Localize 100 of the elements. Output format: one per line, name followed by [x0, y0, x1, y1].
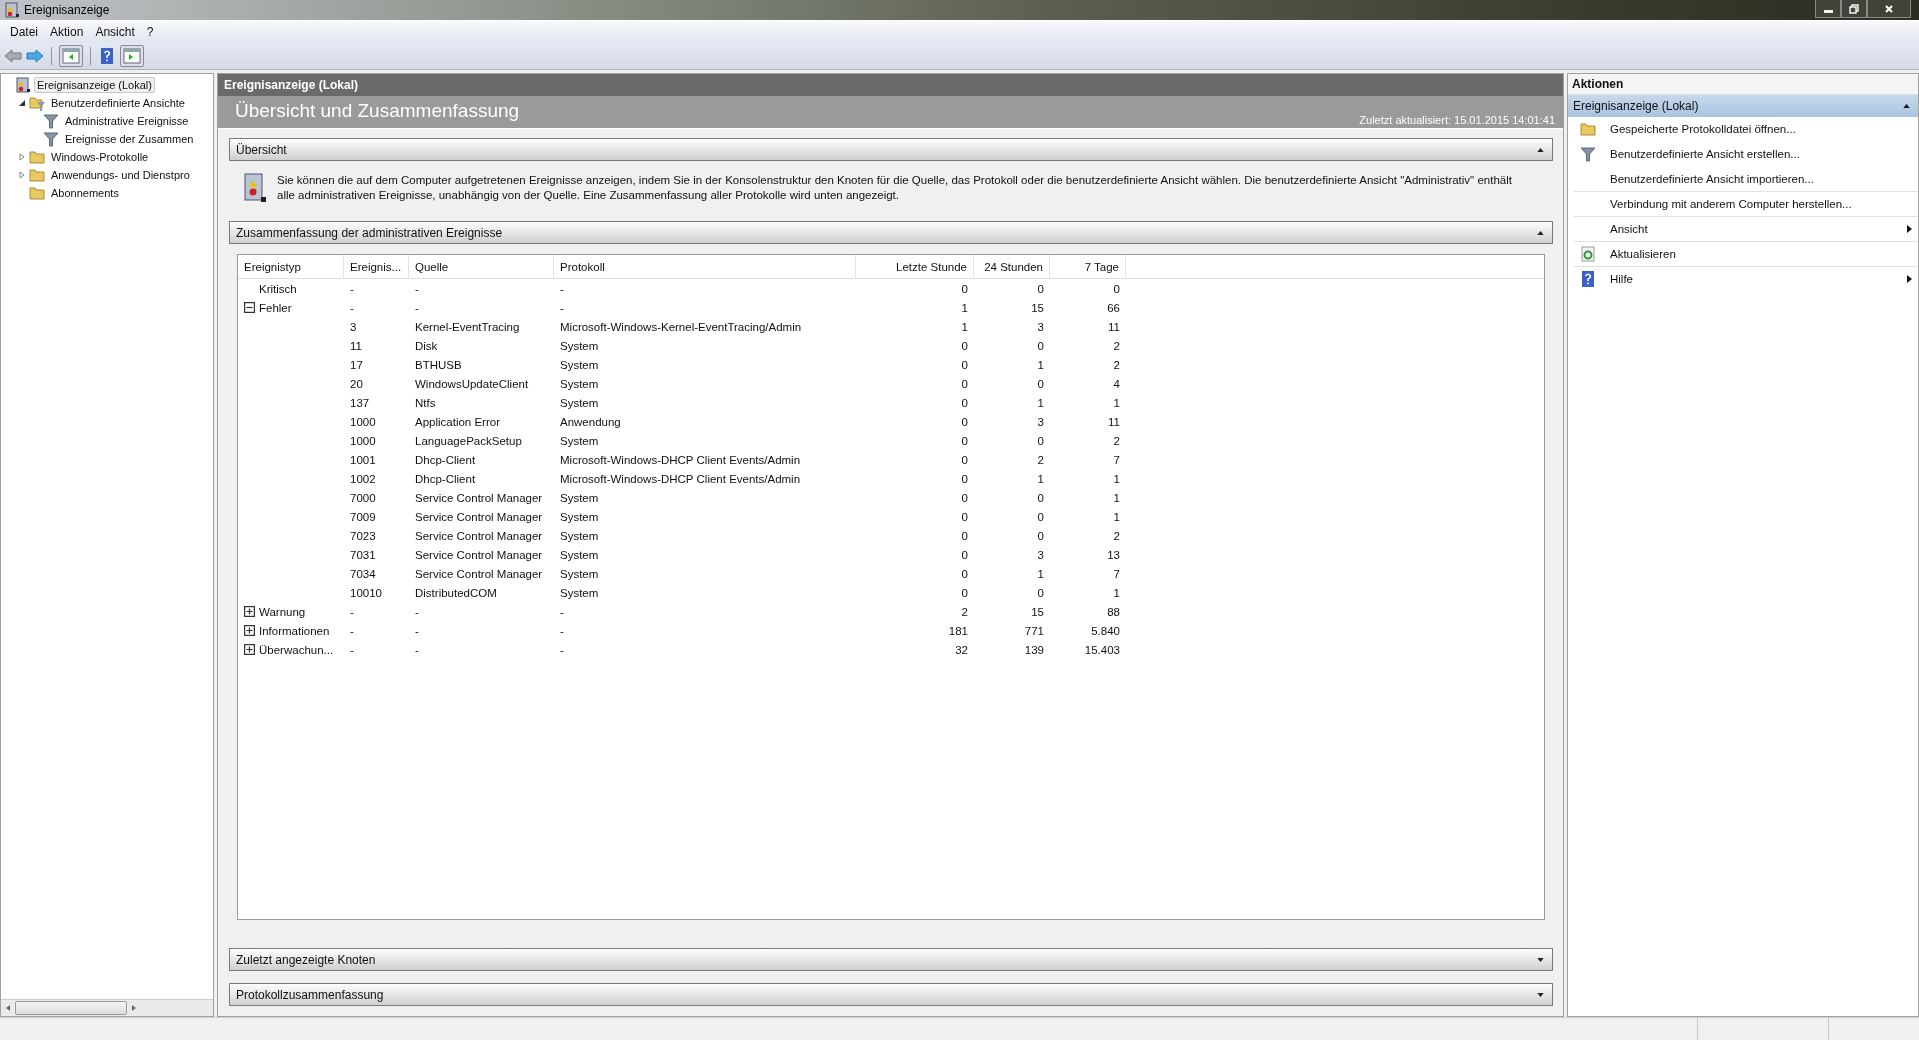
table-cell-text: 1001 [349, 453, 377, 466]
scroll-left-icon[interactable] [5, 1004, 11, 1012]
refresh-icon [1580, 246, 1596, 262]
folder-filter-icon [29, 95, 45, 111]
forward-arrow-icon[interactable] [26, 48, 44, 64]
section-header[interactable]: Protokollzusammenfassung [229, 983, 1553, 1006]
table-cell-text: System [559, 339, 600, 352]
action-link[interactable]: Gespeicherte Protokolldatei öffnen... [1610, 123, 1796, 135]
table-cell-text: 0 [1036, 510, 1045, 523]
scroll-right-icon[interactable] [131, 1004, 137, 1012]
table-cell-text: Microsoft-Windows-DHCP Client Events/Admin [559, 453, 802, 466]
back-arrow-icon[interactable] [4, 48, 22, 64]
table-cell-text: 0 [960, 415, 969, 428]
section-header[interactable]: Zusammenfassung der administrativen Ereignisse [229, 221, 1553, 244]
expand-triangle-icon[interactable] [18, 171, 26, 179]
filter-icon [43, 131, 59, 147]
event-log-icon [15, 77, 31, 93]
table-cell-text: 0 [960, 339, 969, 352]
table-cell-text: 15.403 [1083, 643, 1121, 656]
tree-item[interactable]: Abonnements [48, 185, 122, 201]
expand-triangle-icon[interactable] [18, 153, 26, 161]
column-header[interactable]: Ereignistyp [238, 255, 344, 278]
table-cell-text: Application Error [414, 415, 501, 428]
table-cell-text: Anwendung [559, 415, 622, 428]
section-header[interactable]: Zuletzt angezeigte Knoten [229, 948, 1553, 971]
table-cell-text: - [559, 282, 565, 295]
table-cell-text: 3 [1036, 320, 1045, 333]
column-header[interactable]: Ereignis... [344, 255, 409, 278]
action-link[interactable]: Benutzerdefinierte Ansicht importieren... [1610, 173, 1814, 185]
column-header[interactable]: Quelle [409, 255, 554, 278]
table-cell-text: 7009 [349, 510, 377, 523]
table-cell-text: 7 [1112, 567, 1121, 580]
table-cell-text: 5.840 [1090, 624, 1121, 637]
table-cell-text: 0 [960, 586, 969, 599]
menu-item[interactable]: Aktion [44, 25, 90, 39]
table-cell-text: - [349, 605, 355, 618]
table-cell-text: System [559, 529, 600, 542]
table-cell-text: 1 [1112, 586, 1121, 599]
restore-button[interactable] [1841, 0, 1867, 18]
last-updated: Zuletzt aktualisiert: 15.01.2015 14:01:41 [1359, 114, 1555, 128]
table-cell-text: System [559, 567, 600, 580]
table-cell-text: 1 [1036, 472, 1045, 485]
column-header[interactable]: Letzte Stunde [856, 255, 974, 278]
table-cell-text: - [349, 282, 355, 295]
tree-item[interactable]: Benutzerdefinierte Ansichte [48, 95, 188, 111]
table-cell-text: 2 [1112, 339, 1121, 352]
action-link[interactable]: Aktualisieren [1610, 248, 1676, 260]
table-cell-text: WindowsUpdateClient [414, 377, 530, 390]
table-cell-text: Service Control Manager [414, 567, 544, 580]
table-cell-text: - [349, 624, 355, 637]
table-cell-text: 13 [1106, 548, 1121, 561]
page-title: Übersicht und Zusammenfassung [235, 100, 520, 123]
table-cell-text: 0 [1112, 282, 1121, 295]
menu-item[interactable]: Ansicht [89, 25, 141, 39]
table-cell-text: 11 [349, 339, 363, 352]
tree-item[interactable]: Windows-Protokolle [48, 149, 152, 165]
actions-title: Aktionen [1568, 74, 1918, 95]
section-header[interactable]: Übersicht [229, 138, 1553, 161]
table-cell-text: System [559, 586, 600, 599]
table-cell-text: 1 [960, 301, 969, 314]
expand-icon[interactable] [244, 606, 255, 617]
horizontal-scrollbar[interactable] [1, 999, 213, 1016]
table-cell-text: 0 [960, 396, 969, 409]
action-group-header[interactable]: Ereignisanzeige (Lokal) [1568, 95, 1918, 117]
table-cell-text: 17 [349, 358, 364, 371]
table-cell-text: Microsoft-Windows-Kernel-EventTracing/Admin [559, 320, 803, 333]
table-cell-text: 1 [1112, 396, 1121, 409]
folder-icon [29, 149, 45, 165]
tree-item[interactable]: Anwendungs- und Dienstpro [48, 167, 193, 183]
column-header[interactable]: 7 Tage [1050, 255, 1126, 278]
event-log-icon [243, 173, 267, 203]
table-cell-text: 0 [960, 434, 969, 447]
console-tree-icon[interactable] [59, 45, 83, 67]
collapse-triangle-icon[interactable] [18, 99, 26, 107]
table-cell-text: 7031 [349, 548, 377, 561]
expand-icon[interactable] [244, 644, 255, 655]
table-cell-text: 0 [1036, 529, 1045, 542]
close-button[interactable] [1867, 0, 1911, 18]
table-cell-text: System [559, 358, 600, 371]
help-icon[interactable] [98, 48, 116, 64]
collapse-icon[interactable] [244, 302, 255, 313]
action-link[interactable]: Benutzerdefinierte Ansicht erstellen... [1610, 148, 1800, 160]
column-header[interactable]: 24 Stunden [974, 255, 1050, 278]
action-pane-icon[interactable] [120, 45, 144, 67]
action-link[interactable]: Verbindung mit anderem Computer herstellen... [1610, 198, 1852, 210]
action-link[interactable]: Hilfe [1610, 273, 1633, 285]
action-link[interactable]: Ansicht [1610, 223, 1648, 235]
table-cell-text: 2 [960, 605, 969, 618]
column-header[interactable]: Protokoll [554, 255, 856, 278]
close-icon [1884, 3, 1894, 14]
restore-icon [1849, 3, 1859, 14]
minimize-button[interactable] [1815, 0, 1841, 18]
table-cell-text: - [349, 643, 355, 656]
tree-item[interactable]: Ereignisse der Zusammen [62, 131, 197, 147]
tree-item[interactable]: Ereignisanzeige (Lokal) [34, 77, 155, 93]
menu-item[interactable]: ? [140, 25, 160, 39]
table-cell-text: BTHUSB [414, 358, 463, 371]
tree-item[interactable]: Administrative Ereignisse [62, 113, 192, 129]
expand-icon[interactable] [244, 625, 255, 636]
menu-item[interactable]: Datei [4, 25, 44, 39]
